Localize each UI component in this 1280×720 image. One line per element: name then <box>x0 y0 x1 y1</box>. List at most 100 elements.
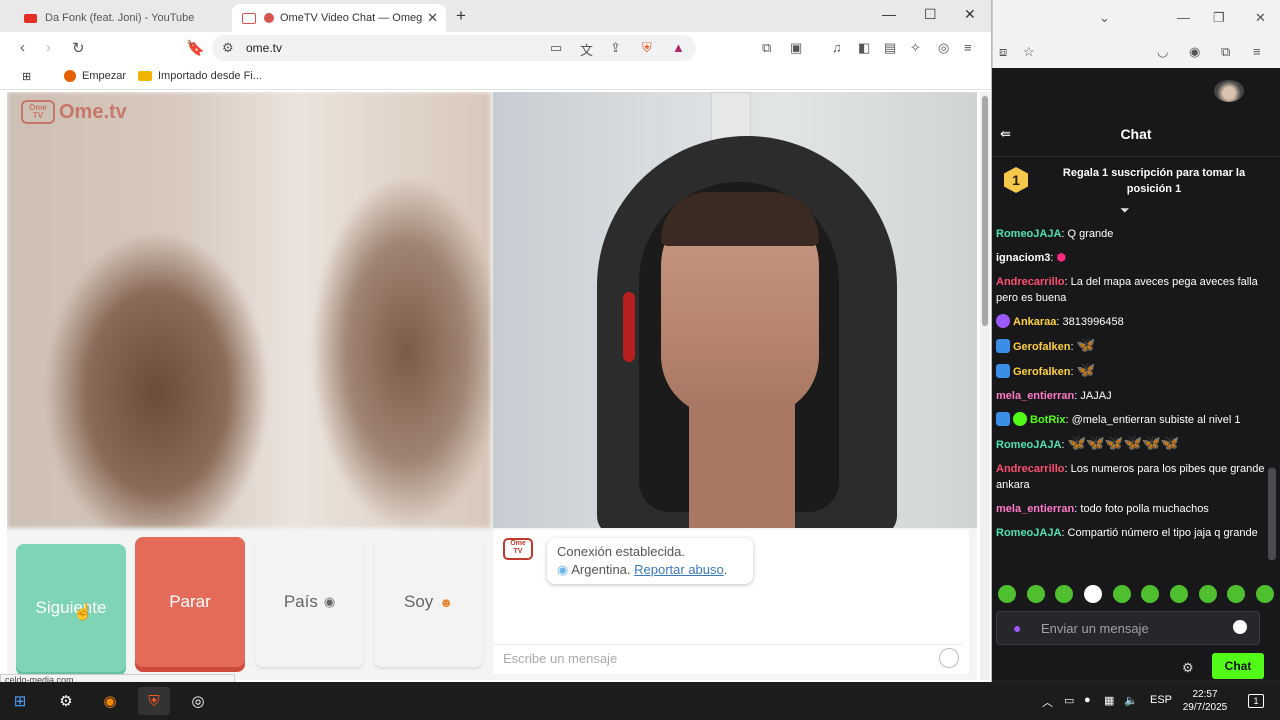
share-icon[interactable]: ⇪ <box>610 40 621 56</box>
address-bar[interactable]: ⚙ ome.tv ▭ 文 ⇪ ⛨ ▲ <box>212 35 696 61</box>
minimize-icon[interactable]: — <box>1177 10 1190 25</box>
back-icon[interactable]: ‹ <box>20 39 25 56</box>
tab-youtube[interactable]: Da Fonk (feat. Joni) - YouTube <box>0 4 228 32</box>
new-tab-button[interactable]: + <box>456 6 466 26</box>
extensions-icon[interactable]: ⧉ <box>762 40 771 56</box>
country-button[interactable]: País ◉ <box>255 537 364 667</box>
gender-button[interactable]: Soy ☻ <box>374 537 483 667</box>
status-url: celdo-media.com <box>0 674 235 682</box>
maximize-button[interactable]: ☐ <box>924 6 937 23</box>
system-clock[interactable]: 22:57 29/7/2025 <box>1172 688 1238 714</box>
scrollbar-thumb[interactable] <box>982 96 988 326</box>
stop-button[interactable]: Parar <box>135 537 245 667</box>
chat-scrollbar[interactable] <box>1266 218 1276 578</box>
bookmark-icon[interactable]: 🔖 <box>186 39 205 57</box>
emote-icon[interactable] <box>1112 585 1131 603</box>
bookmark-imported[interactable]: Importado desde Fi... <box>138 70 262 82</box>
next-button[interactable]: Siguiente <box>16 544 126 672</box>
message-input[interactable]: Escribe un mensaje <box>493 644 963 672</box>
emote-icon[interactable] <box>1026 585 1045 603</box>
wallet-icon[interactable]: ▤ <box>884 40 896 56</box>
chevron-down-icon[interactable]: ⌄ <box>1099 10 1110 26</box>
extensions-icon[interactable]: ⧉ <box>1221 44 1230 60</box>
brave-shield-icon[interactable]: ⛨ <box>642 40 652 56</box>
chat-username[interactable]: RomeoJAJA <box>996 527 1061 539</box>
streamer-avatar[interactable] <box>1214 80 1244 102</box>
chat-message: mela_entierran: JAJAJ <box>996 390 1112 402</box>
tab-ometv[interactable]: OmeTV Video Chat — Omeg ✕ <box>232 4 446 32</box>
pinned-gift-banner[interactable]: 1 Regala 1 suscripción para tomar la pos… <box>992 156 1280 211</box>
emote-icon[interactable] <box>1198 585 1217 603</box>
chat-username[interactable]: Gerofalken <box>1013 366 1070 378</box>
forward-icon[interactable]: › <box>46 39 51 56</box>
chat-username[interactable]: mela_entierran <box>996 390 1074 402</box>
vpn-icon[interactable]: ◎ <box>938 40 949 56</box>
chat-username[interactable]: RomeoJAJA <box>996 228 1061 240</box>
leo-ai-icon[interactable]: ✧ <box>910 40 921 56</box>
ometv-chat-pane: Ome TV Conexión establecida. ◉ Argentina… <box>493 530 969 674</box>
emote-icon[interactable] <box>1255 585 1274 603</box>
pocket-icon[interactable]: ◡ <box>1157 44 1168 60</box>
emote-icon[interactable] <box>1169 585 1188 603</box>
expand-pinned-icon[interactable]: ⏷ <box>1120 203 1130 218</box>
menu-icon[interactable]: ≡ <box>1253 44 1261 59</box>
device-icon[interactable]: ▭ <box>1064 694 1074 707</box>
microphone-icon[interactable]: ● <box>1084 694 1091 706</box>
apps-icon[interactable]: ⊞ <box>22 70 31 83</box>
chat-username[interactable]: Andrecarrillo <box>996 276 1064 288</box>
windows-start-icon[interactable]: ⊞ <box>4 687 36 715</box>
close-window-button[interactable]: ✕ <box>964 6 976 23</box>
settings-gear-icon[interactable]: ⚙ <box>50 687 82 715</box>
stop-label: Parar <box>169 592 211 611</box>
emoji-picker-icon[interactable] <box>1233 620 1247 634</box>
menu-icon[interactable]: ≡ <box>964 40 972 55</box>
chat-username[interactable]: Gerofalken <box>1013 341 1070 353</box>
reader-icon[interactable]: ▣ <box>790 40 802 56</box>
chat-text: Compartió número el tipo jaja q grande <box>1067 527 1258 539</box>
bookmark-empezar[interactable]: Empezar <box>64 70 126 82</box>
report-abuse-link[interactable]: Reportar abuso <box>634 562 724 577</box>
restore-icon[interactable]: ❐ <box>1213 10 1225 26</box>
chat-message-input[interactable]: ● Enviar un mensaje <box>996 611 1260 645</box>
network-icon[interactable]: ▦ <box>1104 694 1114 707</box>
chat-text: 🦋🦋🦋🦋🦋🦋 <box>1067 435 1180 452</box>
show-hidden-icons-icon[interactable]: ︿ <box>1042 694 1053 710</box>
firefox-app-icon[interactable]: ◉ <box>94 687 126 715</box>
cast-icon[interactable]: ▭ <box>550 40 562 56</box>
notifications-icon[interactable]: 1 <box>1248 694 1264 708</box>
emote-icon[interactable] <box>1055 585 1074 603</box>
screenshot-icon[interactable]: ⧈ <box>999 44 1007 60</box>
minimize-button[interactable]: — <box>882 6 896 22</box>
emote-icon[interactable] <box>1227 585 1246 603</box>
brave-app-icon[interactable]: ⛨ <box>138 687 170 715</box>
chat-username[interactable]: RomeoJAJA <box>996 439 1061 451</box>
sidebar-icon[interactable]: ◧ <box>858 40 870 56</box>
chat-username[interactable]: BotRix <box>1030 414 1065 426</box>
send-chat-button[interactable]: Chat <box>1212 653 1264 679</box>
language-indicator[interactable]: ESP <box>1150 694 1172 706</box>
star-icon[interactable]: ☆ <box>1023 44 1035 60</box>
media-icon[interactable]: ♫ <box>832 40 842 55</box>
chat-username[interactable]: Andrecarrillo <box>996 463 1064 475</box>
brave-rewards-icon[interactable]: ▲ <box>672 40 685 55</box>
country-label: País <box>283 592 318 611</box>
chat-username[interactable]: Ankaraa <box>1013 316 1056 328</box>
reload-icon[interactable]: ↻ <box>72 39 85 57</box>
chat-scrollbar-thumb[interactable] <box>1268 468 1276 560</box>
emote-icon[interactable] <box>998 585 1016 603</box>
translate-icon[interactable]: 文 <box>580 40 593 59</box>
chat-settings-gear-icon[interactable]: ⚙ <box>1182 660 1194 676</box>
page-scrollbar[interactable] <box>980 92 990 680</box>
site-settings-icon[interactable]: ⚙ <box>222 40 234 56</box>
chat-text: 🦋 <box>1076 362 1096 379</box>
emote-icon[interactable] <box>1083 585 1102 603</box>
close-tab-icon[interactable]: ✕ <box>427 10 438 26</box>
obs-app-icon[interactable]: ◎ <box>182 687 214 715</box>
volume-icon[interactable]: 🔈 <box>1124 694 1138 707</box>
chat-username[interactable]: ignaciom3 <box>996 252 1050 264</box>
emoji-icon[interactable] <box>939 648 959 668</box>
emote-icon[interactable] <box>1141 585 1160 603</box>
chat-username[interactable]: mela_entierran <box>996 503 1074 515</box>
account-icon[interactable]: ◉ <box>1189 44 1200 60</box>
close-icon[interactable]: ✕ <box>1255 10 1266 26</box>
